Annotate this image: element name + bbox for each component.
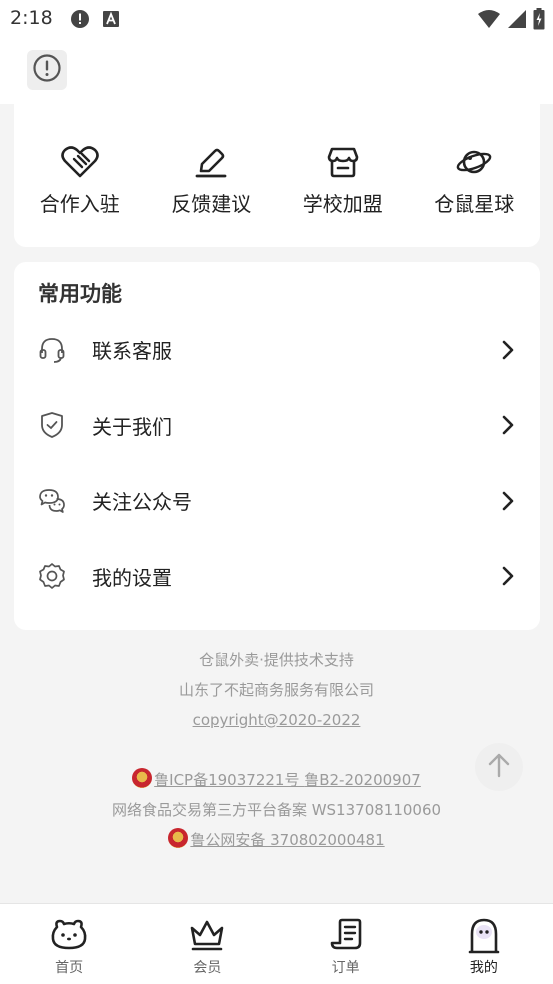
- status-bar: 2:18: [0, 0, 553, 40]
- police-emblem-icon: [168, 828, 189, 848]
- chevron-right-icon: [500, 491, 516, 511]
- wifi-icon: [477, 9, 501, 33]
- tab-label: 会员: [193, 960, 222, 976]
- arrow-up-icon: [486, 751, 512, 783]
- shortcut-school-join[interactable]: 学校加盟: [277, 144, 409, 217]
- top-bar: [0, 40, 553, 104]
- notice-button[interactable]: [27, 50, 67, 90]
- menu-item-label: 关注公众号: [92, 490, 192, 515]
- handshake-heart-icon: [60, 144, 99, 180]
- menu-item-about-us[interactable]: 关于我们: [14, 388, 540, 464]
- shortcut-label: 合作入驻: [39, 192, 120, 216]
- tab-label: 我的: [469, 960, 498, 976]
- menu-item-label: 联系客服: [92, 339, 172, 364]
- chevron-right-icon: [500, 566, 516, 586]
- headset-icon: [38, 336, 66, 364]
- back-to-top-button[interactable]: [475, 743, 523, 791]
- shortcuts-card: 合作入驻 反馈建议 学校加盟 仓鼠星球: [14, 96, 540, 247]
- chevron-right-icon: [500, 340, 516, 360]
- shortcut-hamster-planet[interactable]: 仓鼠星球: [409, 144, 541, 217]
- shortcut-feedback[interactable]: 反馈建议: [146, 144, 278, 217]
- tab-home[interactable]: 首页: [0, 904, 138, 984]
- tech-support-text: 仓鼠外卖·提供技术支持: [199, 651, 354, 669]
- status-time: 2:18: [10, 7, 53, 29]
- font-a-icon: [102, 9, 120, 33]
- common-functions-card: 常用功能 联系客服 关于我们 关注公众号 我的设置: [14, 262, 540, 630]
- order-list-icon: [328, 916, 364, 954]
- crown-icon: [188, 916, 226, 954]
- tab-label: 首页: [55, 960, 84, 976]
- tab-mine[interactable]: 我的: [415, 904, 553, 984]
- section-title: 常用功能: [38, 282, 122, 306]
- shortcut-label: 反馈建议: [171, 192, 252, 216]
- battery-charging-icon: [533, 8, 545, 34]
- profile-avatar-icon: [466, 916, 502, 954]
- menu-item-label: 我的设置: [92, 565, 172, 590]
- shortcut-label: 仓鼠星球: [434, 192, 515, 216]
- tab-orders[interactable]: 订单: [277, 904, 415, 984]
- shortcut-label: 学校加盟: [302, 192, 383, 216]
- icp-record-link[interactable]: 鲁ICP备19037221号: [154, 771, 304, 789]
- signal-icon: [507, 9, 527, 33]
- b2-license-link[interactable]: 鲁B2-20200907: [304, 771, 421, 789]
- police-emblem-icon: [132, 768, 153, 788]
- menu-item-follow-official-account[interactable]: 关注公众号: [14, 463, 540, 539]
- pen-edit-icon: [194, 144, 228, 180]
- hamster-icon: [50, 916, 88, 954]
- chevron-right-icon: [500, 415, 516, 435]
- menu-item-label: 关于我们: [92, 414, 172, 439]
- company-name: 山东了不起商务服务有限公司: [178, 681, 374, 699]
- shortcut-cooperation[interactable]: 合作入驻: [14, 144, 146, 217]
- footer: 仓鼠外卖·提供技术支持 山东了不起商务服务有限公司 copyright@2020…: [0, 645, 553, 855]
- menu-item-contact-service[interactable]: 联系客服: [14, 312, 540, 388]
- wechat-icon: [38, 487, 66, 515]
- gear-icon: [38, 562, 66, 590]
- store-icon: [326, 144, 360, 180]
- police-record-link[interactable]: 鲁公网安备 370802000481: [190, 831, 384, 849]
- shield-check-icon: [38, 411, 66, 439]
- menu-item-my-settings[interactable]: 我的设置: [14, 539, 540, 615]
- alert-circle-icon: [70, 9, 90, 33]
- planet-icon: [456, 144, 492, 180]
- tab-membership[interactable]: 会员: [138, 904, 276, 984]
- alert-circle-icon: [32, 53, 62, 87]
- tab-label: 订单: [331, 960, 360, 976]
- copyright-link[interactable]: copyright@2020-2022: [193, 711, 361, 729]
- food-platform-record: 网络食品交易第三方平台备案 WS13708110060: [111, 801, 442, 819]
- bottom-tab-bar: 首页 会员 订单 我的: [0, 903, 553, 984]
